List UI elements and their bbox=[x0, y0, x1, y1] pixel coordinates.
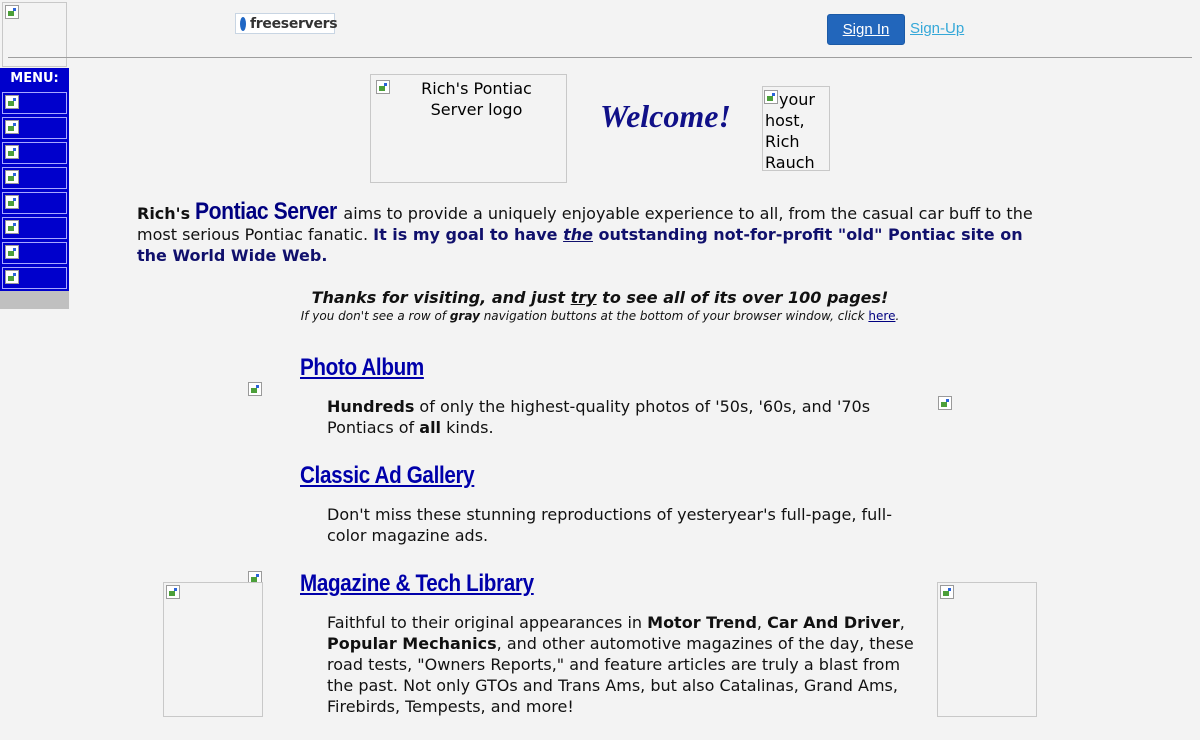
freeservers-logo[interactable]: freeservers bbox=[235, 13, 338, 34]
classic-ad-gallery-description: Don't miss these stunning reproductions … bbox=[327, 505, 892, 545]
intro-site-name: Pontiac Server bbox=[195, 198, 337, 225]
intro-paragraph: Rich's Pontiac Server aims to provide a … bbox=[137, 198, 1037, 266]
broken-image-icon bbox=[5, 120, 19, 134]
header-divider bbox=[8, 57, 1192, 58]
broken-image-icon bbox=[376, 80, 390, 94]
host-alt-text: your host, Rich Rauch bbox=[765, 90, 815, 172]
broken-image-icon bbox=[5, 95, 19, 109]
intro-rich: Rich's bbox=[137, 204, 191, 223]
section-side-image-left bbox=[163, 582, 263, 717]
section-side-image-right bbox=[937, 582, 1037, 717]
here-link[interactable]: here bbox=[868, 309, 895, 323]
broken-image-icon bbox=[5, 5, 19, 19]
thanks-line: Thanks for visiting, and just try to see… bbox=[311, 288, 889, 307]
broken-image-icon bbox=[166, 585, 180, 599]
broken-image-icon bbox=[940, 585, 954, 599]
freeservers-logo-icon bbox=[240, 16, 246, 31]
magazine-tech-library-description: Faithful to their original appearances i… bbox=[327, 613, 914, 716]
broken-image-icon bbox=[5, 220, 19, 234]
sign-up-link[interactable]: Sign-Up bbox=[910, 20, 964, 37]
broken-image-icon bbox=[5, 170, 19, 184]
photo-album-description: Hundreds of only the highest-quality pho… bbox=[327, 397, 871, 437]
menu-button[interactable] bbox=[2, 192, 67, 214]
broken-image-icon bbox=[5, 245, 19, 259]
menu-button[interactable] bbox=[2, 92, 67, 114]
menu-button[interactable] bbox=[2, 217, 67, 239]
menu-button[interactable] bbox=[2, 167, 67, 189]
side-menu: MENU: bbox=[0, 68, 69, 309]
broken-image-icon bbox=[248, 382, 262, 396]
welcome-heading: Welcome! bbox=[600, 98, 731, 134]
navigation-note: If you don't see a row of gray navigatio… bbox=[300, 309, 900, 323]
broken-image-icon bbox=[5, 145, 19, 159]
menu-button[interactable] bbox=[2, 117, 67, 139]
menu-title: MENU: bbox=[10, 71, 59, 86]
broken-image-icon bbox=[938, 396, 952, 410]
broken-image-icon bbox=[5, 195, 19, 209]
broken-image-icon bbox=[5, 270, 19, 284]
menu-button[interactable] bbox=[2, 242, 67, 264]
magazine-tech-library-link[interactable]: Magazine & Tech Library bbox=[300, 570, 534, 598]
classic-ad-gallery-link[interactable]: Classic Ad Gallery bbox=[300, 462, 475, 490]
site-logo-image: Rich's Pontiac Server logo bbox=[370, 74, 567, 183]
menu-button[interactable] bbox=[2, 267, 67, 289]
menu-button[interactable] bbox=[2, 142, 67, 164]
host-image: your host, Rich Rauch bbox=[762, 86, 830, 172]
photo-album-link[interactable]: Photo Album bbox=[300, 354, 424, 382]
site-logo-alt-text: Rich's Pontiac Server logo bbox=[421, 79, 532, 119]
sign-in-button[interactable]: Sign In bbox=[827, 14, 905, 45]
